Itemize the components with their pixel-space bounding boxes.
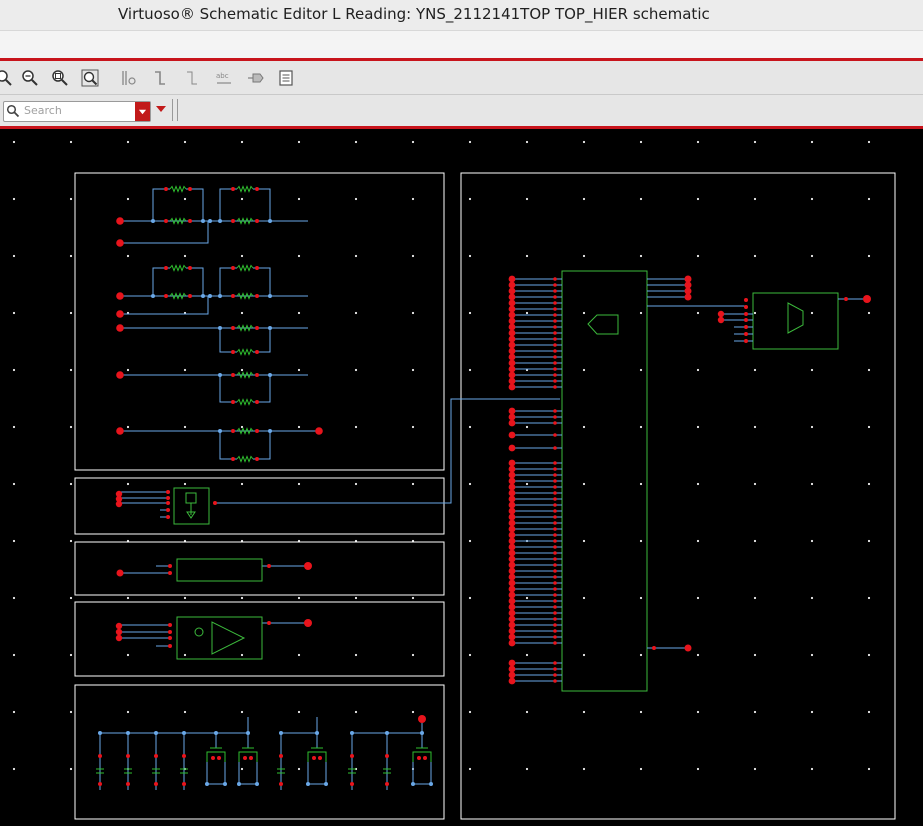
bus-icon[interactable] <box>118 68 138 88</box>
buffer-block <box>116 558 312 582</box>
zoom-in-icon[interactable] <box>0 68 14 88</box>
view-toolbar: abc <box>0 61 923 95</box>
toolbar-grip[interactable] <box>172 99 178 121</box>
decap-mos-array <box>96 715 433 790</box>
digital-core <box>508 270 871 692</box>
search-toolbar <box>0 95 923 126</box>
pin-icon[interactable] <box>246 68 266 88</box>
label-abc-icon[interactable]: abc <box>214 68 234 88</box>
window-title: Virtuoso® Schematic Editor L Reading: YN… <box>118 5 710 23</box>
zoom-select-icon[interactable] <box>80 68 100 88</box>
digital-core-frame <box>460 172 896 820</box>
chevron-down-icon <box>138 109 147 115</box>
block-frames <box>74 172 896 820</box>
search-icon <box>6 104 20 118</box>
title-bar: Virtuoso® Schematic Editor L Reading: YN… <box>0 0 923 30</box>
menu-bar <box>0 30 923 59</box>
comparator-block <box>115 616 312 660</box>
comparator-block-frame <box>74 601 445 677</box>
wire-narrow-icon[interactable] <box>182 68 202 88</box>
zoom-fit-icon[interactable] <box>50 68 70 88</box>
search-options-icon[interactable] <box>155 103 167 115</box>
search-box <box>3 101 151 122</box>
search-dropdown-button[interactable] <box>135 102 150 121</box>
zoom-out-icon[interactable] <box>20 68 40 88</box>
resistor-network <box>116 185 323 463</box>
wire-icon[interactable] <box>150 68 170 88</box>
schematic-canvas[interactable] <box>0 129 923 826</box>
buffer-block-frame <box>74 541 445 596</box>
property-icon[interactable] <box>276 68 296 88</box>
svg-text:abc: abc <box>216 72 229 80</box>
search-input[interactable] <box>24 103 132 118</box>
decap-mos-frame <box>74 684 445 820</box>
resistor-network-frame <box>74 172 445 471</box>
ldo-block-frame <box>74 477 445 535</box>
ldo-block <box>115 398 560 525</box>
